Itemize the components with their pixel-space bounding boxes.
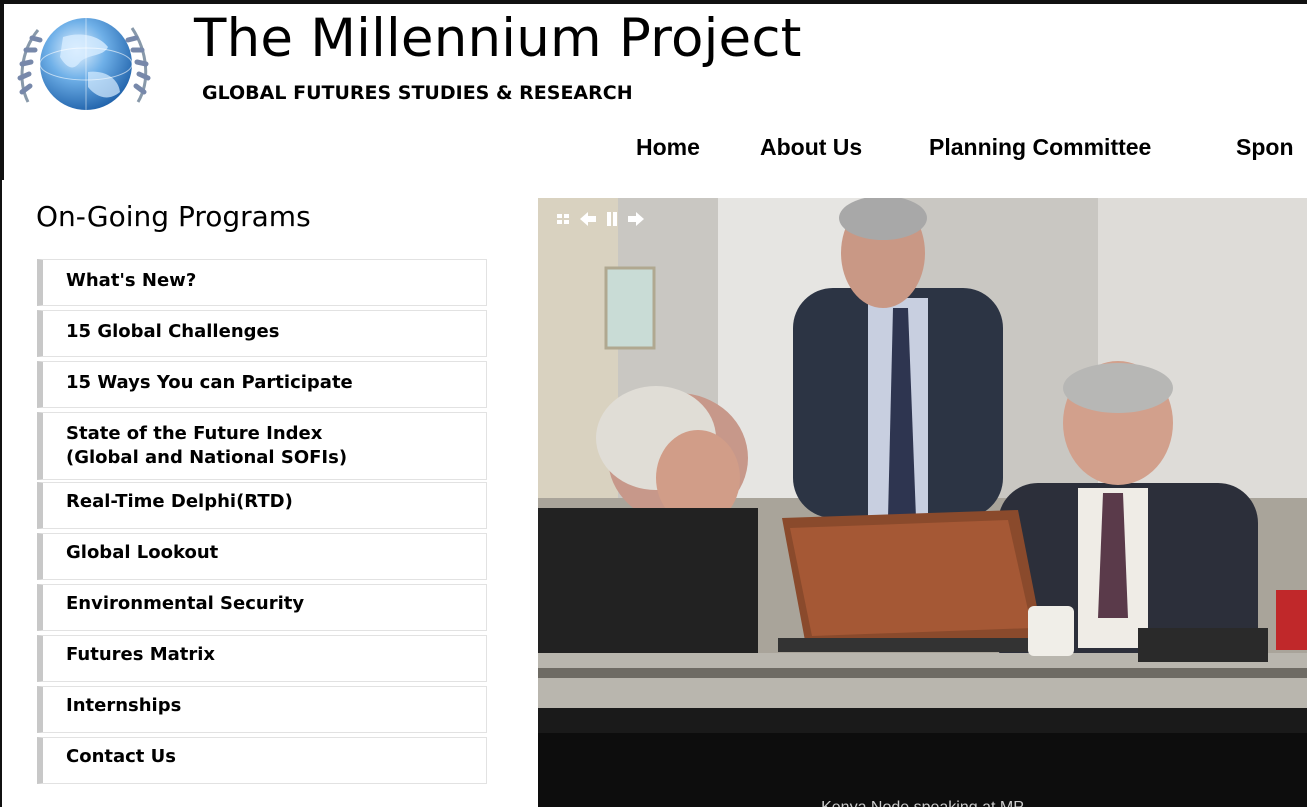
- menu-item-futures-matrix[interactable]: Futures Matrix: [37, 635, 487, 682]
- menu-item-contact-us[interactable]: Contact Us: [37, 737, 487, 784]
- menu-item-label: 15 Ways You can Participate: [66, 372, 353, 393]
- menu-item-label: Real-Time Delphi(RTD): [66, 491, 293, 512]
- menu-item-label: What's New?: [66, 270, 197, 291]
- slide-photo: [538, 198, 1307, 807]
- slideshow[interactable]: Kenya Node speaking at MP: [538, 198, 1307, 807]
- site-subtitle: GLOBAL FUTURES STUDIES & RESEARCH: [202, 82, 633, 104]
- menu-item-whats-new[interactable]: What's New?: [37, 259, 487, 306]
- site-title: The Millennium Project: [194, 8, 802, 69]
- nav-planning-committee[interactable]: Planning Committee: [929, 134, 1151, 161]
- menu-item-label: 15 Global Challenges: [66, 321, 280, 342]
- pause-icon[interactable]: [602, 208, 622, 230]
- menu-item-sofi[interactable]: State of the Future Index (Global and Na…: [37, 412, 487, 480]
- sidebar-title: On-Going Programs: [36, 200, 311, 233]
- page-top-border: [0, 0, 1307, 4]
- prev-arrow-icon[interactable]: [578, 208, 598, 230]
- menu-item-global-lookout[interactable]: Global Lookout: [37, 533, 487, 580]
- nav-sponsors[interactable]: Spon: [1236, 134, 1294, 161]
- page-left-border: [0, 0, 4, 180]
- menu-item-label: Environmental Security: [66, 593, 305, 614]
- menu-item-label: Futures Matrix: [66, 644, 216, 665]
- page-left-border-lower: [0, 180, 2, 807]
- menu-item-label: State of the Future Index (Global and Na…: [66, 423, 348, 468]
- menu-item-label: Global Lookout: [66, 542, 219, 563]
- grid-icon[interactable]: [554, 208, 574, 230]
- menu-item-label: Contact Us: [66, 746, 177, 767]
- menu-item-real-time-delphi[interactable]: Real-Time Delphi(RTD): [37, 482, 487, 529]
- slideshow-controls: [554, 208, 646, 232]
- menu-item-ways-to-participate[interactable]: 15 Ways You can Participate: [37, 361, 487, 408]
- menu-item-internships[interactable]: Internships: [37, 686, 487, 733]
- globe-laurel-icon[interactable]: [8, 12, 158, 118]
- nav-about-us[interactable]: About Us: [760, 134, 862, 161]
- menu-item-label: Internships: [66, 695, 182, 716]
- next-arrow-icon[interactable]: [626, 208, 646, 230]
- menu-item-environmental-security[interactable]: Environmental Security: [37, 584, 487, 631]
- menu-item-global-challenges[interactable]: 15 Global Challenges: [37, 310, 487, 357]
- slide-caption: Kenya Node speaking at MP: [538, 799, 1307, 807]
- nav-home[interactable]: Home: [636, 134, 700, 161]
